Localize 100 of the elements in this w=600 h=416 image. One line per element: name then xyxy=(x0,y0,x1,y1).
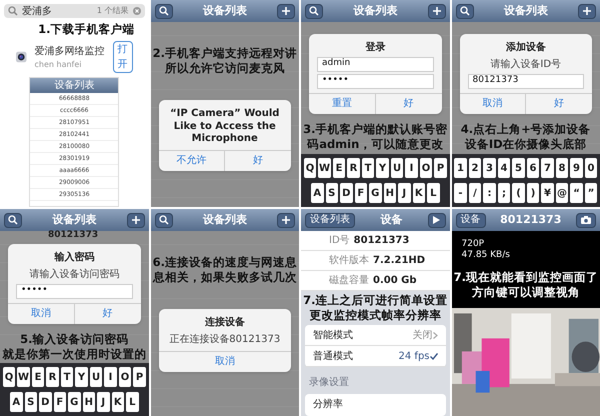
keyboard-key[interactable]: I xyxy=(104,367,117,387)
nav-title: 设备列表 xyxy=(51,212,98,228)
input-field[interactable]: ••••• xyxy=(16,284,132,298)
keyboard-key[interactable]: K xyxy=(412,183,425,203)
keyboard-key[interactable]: O xyxy=(118,367,132,387)
keyboard-key[interactable]: 5 xyxy=(512,158,525,178)
keyboard-key[interactable]: W xyxy=(318,158,331,178)
search-icon xyxy=(309,6,319,16)
dialog-button[interactable]: 重置 xyxy=(309,94,375,114)
back-button[interactable]: 设备列表 xyxy=(305,212,355,228)
open-button[interactable]: 打开 xyxy=(112,41,132,73)
keyboard-key[interactable]: J xyxy=(97,392,110,412)
keyboard-key[interactable]: E xyxy=(32,367,44,387)
keyboard-key[interactable]: 1 xyxy=(454,158,467,178)
play-button[interactable] xyxy=(428,212,446,228)
keyboard-key[interactable]: 6 xyxy=(526,158,540,178)
back-button[interactable]: 设备 xyxy=(456,212,486,228)
keyboard-key[interactable]: ; xyxy=(498,183,510,203)
keyboard-key[interactable]: F xyxy=(54,392,66,412)
add-button[interactable] xyxy=(277,4,295,18)
keyboard-key[interactable]: H xyxy=(384,183,396,203)
dialog-message: 正在连接设备80121373 xyxy=(169,332,280,346)
add-button[interactable] xyxy=(277,212,295,228)
keyboard-key[interactable]: R xyxy=(46,367,59,387)
search-button[interactable] xyxy=(456,4,474,18)
keyboard-key[interactable]: E xyxy=(332,158,346,178)
check-icon xyxy=(430,352,438,360)
keyboard-key[interactable]: ) xyxy=(526,183,540,203)
mode-row[interactable]: 普通模式 24 fps xyxy=(305,346,446,367)
keyboard-key[interactable]: D xyxy=(39,392,52,412)
keyboard-key[interactable]: F xyxy=(354,183,367,203)
keyboard-key[interactable]: S xyxy=(326,183,338,203)
keyboard-key[interactable]: G xyxy=(369,183,382,203)
keyboard-key[interactable]: O xyxy=(420,158,432,178)
dialog-button[interactable]: 取消 xyxy=(460,94,526,114)
keyboard-key[interactable]: L xyxy=(427,183,440,203)
keyboard-key[interactable]: G xyxy=(68,392,80,412)
keyboard-key[interactable]: J xyxy=(398,183,410,203)
keyboard-key[interactable]: D xyxy=(340,183,352,203)
keyboard-key[interactable]: 8 xyxy=(556,158,568,178)
search-bar[interactable]: 爱浦多 1 个结果 xyxy=(4,4,144,18)
dialog-button[interactable]: 好 xyxy=(374,94,442,114)
keyboard-key[interactable]: Q xyxy=(2,367,16,387)
keyboard-key[interactable]: A xyxy=(10,392,22,412)
search-button[interactable] xyxy=(154,4,172,18)
keyboard-key[interactable]: 0 xyxy=(584,158,598,178)
dialog-button[interactable]: 好 xyxy=(525,94,592,114)
clear-icon[interactable] xyxy=(132,7,140,15)
keyboard-key[interactable]: : xyxy=(483,183,496,203)
keyboard-key[interactable]: 9 xyxy=(570,158,583,178)
info-value: 0.00 Gb xyxy=(373,274,417,288)
keyboard-key[interactable]: 2 xyxy=(468,158,482,178)
setting-label: 分辨率 xyxy=(313,398,343,412)
keyboard-key[interactable]: 4 xyxy=(498,158,510,178)
add-button[interactable] xyxy=(428,4,446,18)
search-button[interactable] xyxy=(154,212,172,228)
input-field[interactable]: ••••• xyxy=(317,74,434,88)
dialog-button[interactable]: 好 xyxy=(224,150,291,170)
keyboard-key[interactable]: / xyxy=(468,183,482,203)
add-button[interactable] xyxy=(126,212,144,228)
keyboard-key[interactable]: - xyxy=(454,183,467,203)
keyboard-key[interactable]: Y xyxy=(75,367,88,387)
keyboard-key[interactable]: Q xyxy=(304,158,316,178)
keyboard-key[interactable]: ( xyxy=(512,183,525,203)
keyboard-key[interactable]: H xyxy=(82,392,95,412)
plus-icon xyxy=(282,216,290,224)
dialog-button[interactable]: 不允许 xyxy=(158,150,224,170)
mode-label: 普通模式 xyxy=(313,350,353,364)
keyboard-key[interactable]: K xyxy=(112,392,124,412)
keyboard-key[interactable]: ” xyxy=(584,183,598,203)
dialog-button[interactable]: 好 xyxy=(74,304,140,324)
keyboard-key[interactable]: Y xyxy=(376,158,389,178)
camera-button[interactable] xyxy=(576,212,596,228)
keyboard-key[interactable]: P xyxy=(434,158,447,178)
keyboard-key[interactable]: I xyxy=(405,158,418,178)
keyboard-key[interactable]: A xyxy=(311,183,324,203)
keyboard-key[interactable]: W xyxy=(17,367,30,387)
keyboard-key[interactable]: 7 xyxy=(541,158,554,178)
keyboard-key[interactable]: S xyxy=(24,392,37,412)
keyboard-key[interactable]: 3 xyxy=(483,158,496,178)
keyboard-key[interactable]: T xyxy=(362,158,374,178)
dialog-button[interactable]: 取消 xyxy=(8,304,74,324)
keyboard-key[interactable]: T xyxy=(60,367,74,387)
keyboard-key[interactable]: U xyxy=(90,367,102,387)
mode-row[interactable]: 智能模式 关闭 xyxy=(305,325,446,346)
keyboard-key[interactable]: @ xyxy=(556,183,568,203)
dialog-button[interactable]: 取消 xyxy=(158,352,291,372)
input-field[interactable]: 80121373 xyxy=(468,74,584,88)
app-name: 爱浦多网络监控 xyxy=(34,44,104,58)
search-icon xyxy=(8,6,18,16)
keyboard-key[interactable]: “ xyxy=(570,183,583,203)
keyboard-key[interactable]: P xyxy=(133,367,146,387)
keyboard-key[interactable]: L xyxy=(126,392,138,412)
search-button[interactable] xyxy=(4,212,22,228)
search-button[interactable] xyxy=(305,4,323,18)
keyboard-key[interactable]: R xyxy=(347,158,360,178)
keyboard-key[interactable]: U xyxy=(390,158,404,178)
keyboard-key[interactable]: ¥ xyxy=(541,183,554,203)
input-field[interactable]: admin xyxy=(317,56,434,72)
add-button[interactable] xyxy=(578,4,596,18)
